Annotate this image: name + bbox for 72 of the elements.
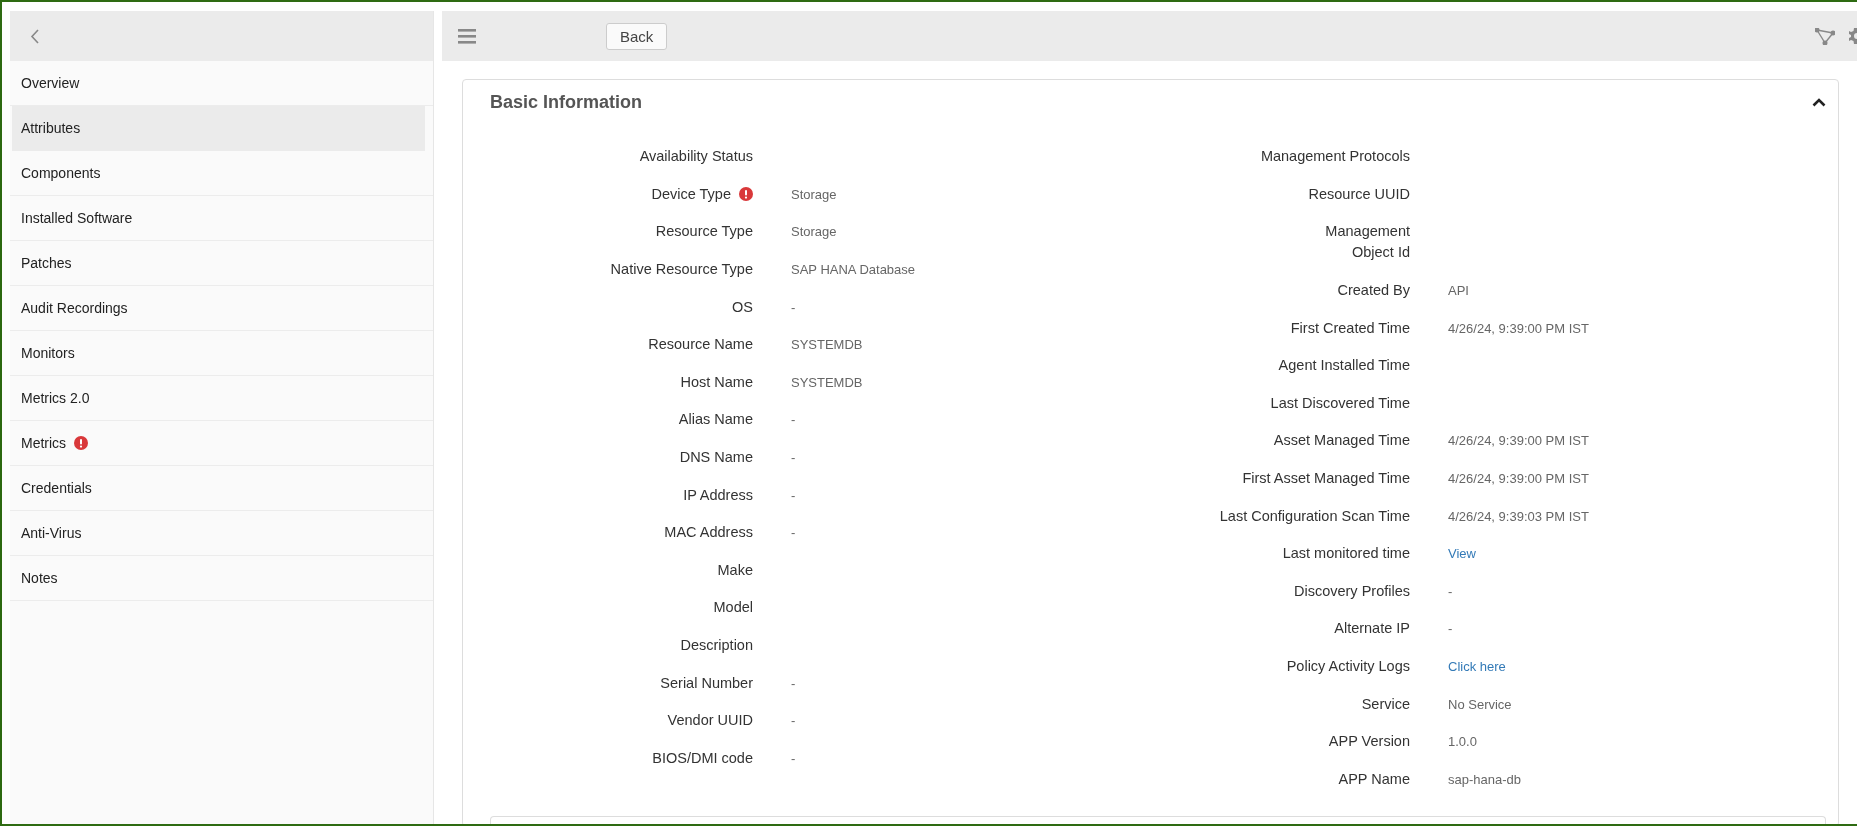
field-link[interactable]: View <box>1448 534 1803 573</box>
field-value: No Service <box>1448 695 1513 714</box>
field-label: Last monitored time <box>1282 544 1410 564</box>
field-label: APP Version <box>1328 732 1410 752</box>
field-label: Model <box>713 598 753 618</box>
field-label: Alternate IP <box>1334 619 1410 639</box>
field-label: Native Resource Type <box>610 260 753 280</box>
sidebar-item[interactable]: Patches <box>10 241 433 286</box>
field-label: Policy Activity Logs <box>1286 657 1410 676</box>
field-label: IP Address <box>683 485 753 505</box>
field-label: First Created Time <box>1290 318 1410 338</box>
field-label: DNS Name <box>679 448 753 468</box>
sidebar-item[interactable]: Components <box>10 151 433 196</box>
field-value: sap-hana-db <box>1448 770 1522 789</box>
field-value: - <box>791 298 797 317</box>
field-value: Storage <box>791 223 838 242</box>
field-value: SAP HANA Database <box>791 261 917 280</box>
field-label: Asset Managed Time <box>1273 431 1410 451</box>
field-label: Make <box>717 560 753 580</box>
field-label: Serial Number <box>660 673 753 693</box>
field-label: Discovery Profiles <box>1293 581 1410 601</box>
field-value: 4/26/24, 9:39:00 PM IST <box>1448 432 1590 451</box>
field-label: Resource Type <box>655 222 753 242</box>
sidebar-item[interactable]: Anti-Virus <box>10 511 433 556</box>
field-value: 4/26/24, 9:39:00 PM IST <box>1448 319 1590 338</box>
field-label: Service <box>1361 694 1410 714</box>
field-value: API <box>1448 282 1470 301</box>
sidebar-item[interactable]: Installed Software <box>10 196 433 241</box>
field-value: - <box>1448 582 1454 601</box>
field-value: SYSTEMDB <box>791 373 864 392</box>
sidebar-item[interactable]: Metrics <box>10 421 433 466</box>
field-value: - <box>791 449 797 468</box>
card-title: Basic Information <box>490 91 643 113</box>
field-value: Storage <box>791 185 838 204</box>
field-label: Device Type <box>651 184 731 204</box>
field-value: - <box>791 524 797 543</box>
sidebar-item[interactable]: Credentials <box>10 466 433 511</box>
field-label: Last Discovered Time <box>1270 393 1410 413</box>
field-label: BIOS/DMI code <box>652 748 753 768</box>
sidebar-item[interactable]: Audit Recordings <box>10 286 433 331</box>
field-value: 4/26/24, 9:39:00 PM IST <box>1448 470 1590 489</box>
field-label: Alias Name <box>678 410 753 430</box>
field-label: OS <box>732 297 753 317</box>
field-value: - <box>791 674 797 693</box>
field-label: Resource UUID <box>1308 184 1410 204</box>
field-label: Host Name <box>680 372 753 392</box>
field-link[interactable]: Click here <box>1448 647 1803 686</box>
sidebar-item[interactable]: Attributes <box>12 106 425 151</box>
field-label: Management Object Id <box>1324 222 1410 263</box>
sidebar-item[interactable]: Metrics 2.0 <box>10 376 433 421</box>
field-label: Vendor UUID <box>667 711 753 731</box>
field-label: Created By <box>1337 281 1410 301</box>
sidebar-item[interactable]: Monitors <box>10 331 433 376</box>
field-label: First Asset Managed Time <box>1242 469 1410 489</box>
field-value: - <box>791 749 797 768</box>
sidebar-item[interactable]: Notes <box>10 556 433 601</box>
field-label: Availability Status <box>639 147 753 167</box>
field-value: 1.0.0 <box>1448 733 1478 752</box>
field-value: - <box>791 486 797 505</box>
field-value: SYSTEMDB <box>791 336 864 355</box>
field-label: Resource Name <box>648 335 753 355</box>
field-label: Description <box>680 636 753 655</box>
field-label: Management Protocols <box>1260 147 1410 167</box>
field-label: MAC Address <box>664 523 753 543</box>
field-label: APP Name <box>1338 769 1410 789</box>
field-value: - <box>791 712 797 731</box>
field-label: Agent Installed Time <box>1278 356 1410 376</box>
field-value: - <box>791 411 797 430</box>
back-button[interactable]: Back <box>606 22 668 50</box>
field-value: 4/26/24, 9:39:03 PM IST <box>1448 507 1590 526</box>
field-label: Last Configuration Scan Time <box>1219 506 1410 526</box>
field-value: - <box>1448 620 1454 639</box>
